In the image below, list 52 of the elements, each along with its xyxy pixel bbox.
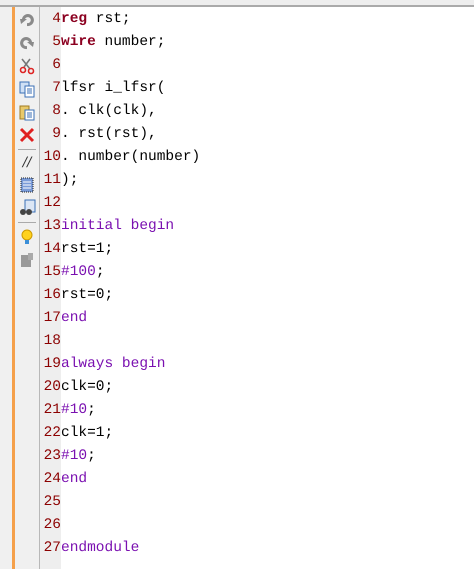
paste-icon[interactable] [18, 103, 36, 121]
line-number: 26 [42, 516, 61, 532]
line-number: 23 [42, 448, 61, 464]
code-line: . number(number) [61, 148, 200, 164]
binoculars-icon[interactable] [18, 199, 36, 217]
code-line: endmodule [61, 540, 140, 556]
undo-icon[interactable] [18, 11, 36, 29]
line-number: 8 [51, 102, 61, 118]
line-number: 16 [42, 286, 61, 302]
select-all-icon[interactable] [18, 176, 36, 194]
code-line: . clk(clk), [61, 102, 157, 118]
code-line: end [61, 310, 88, 326]
line-number: 13 [42, 218, 61, 234]
code-line: end [61, 470, 88, 486]
line-number: 11 [42, 172, 61, 188]
line-number: 14 [42, 240, 61, 256]
copy-icon[interactable] [18, 80, 36, 98]
code-line: ); [61, 172, 78, 188]
line-number: 27 [42, 540, 61, 556]
comment-button[interactable]: // [22, 155, 32, 171]
line-number: 12 [42, 194, 61, 210]
code-line: always begin [61, 356, 166, 372]
code-line: #10; [61, 448, 96, 464]
code-line: reg rst; [61, 10, 131, 26]
code-line: lfsr i_lfsr( [61, 80, 166, 96]
code-line: #100; [61, 264, 105, 280]
line-number: 9 [51, 126, 61, 142]
line-number: 24 [42, 470, 61, 486]
redo-icon[interactable] [18, 34, 36, 52]
line-number: 20 [42, 378, 61, 394]
code-line: clk=1; [61, 424, 114, 440]
code-line: . rst(rst), [61, 126, 157, 142]
close-icon[interactable] [18, 126, 36, 144]
line-number: 5 [51, 34, 61, 50]
code-line: rst=1; [61, 240, 114, 256]
line-number: 18 [42, 332, 61, 348]
line-number: 25 [42, 494, 61, 510]
code-line: clk=0; [61, 378, 114, 394]
line-number: 19 [42, 356, 61, 372]
code-line: wire number; [61, 34, 166, 50]
code-line: #10; [61, 402, 96, 418]
code-line: rst=0; [61, 286, 114, 302]
line-number: 4 [51, 10, 61, 26]
line-number: 22 [42, 424, 61, 440]
line-number: 21 [42, 402, 61, 418]
line-number: 17 [42, 310, 61, 326]
line-number: 7 [51, 80, 61, 96]
code-line: initial begin [61, 218, 174, 234]
line-number: 15 [42, 264, 61, 280]
line-number: 10 [42, 148, 61, 164]
line-number: 6 [51, 56, 61, 72]
scissors-icon[interactable] [18, 57, 36, 75]
